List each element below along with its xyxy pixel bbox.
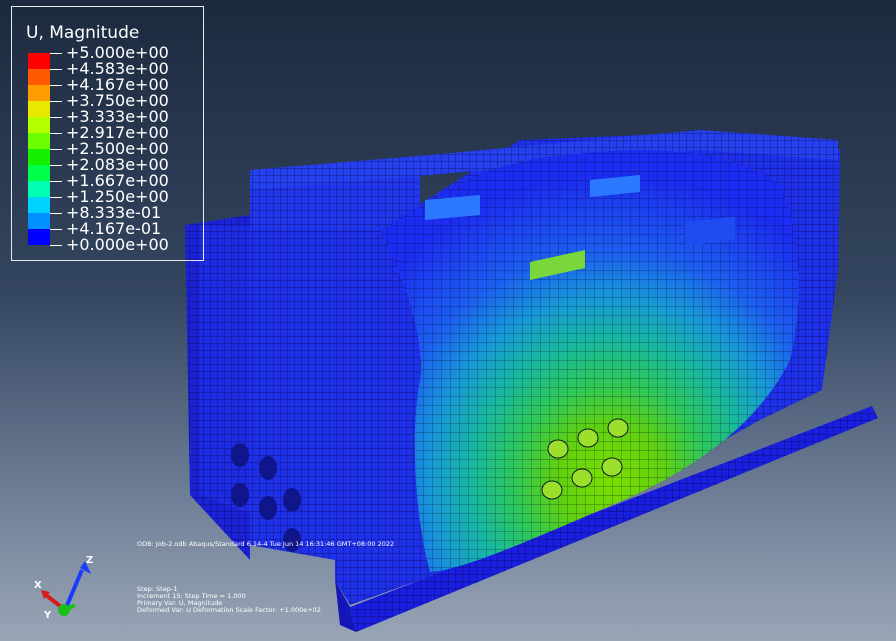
legend-tick [50,213,62,214]
odb-info: ODB: Job-2.odb Abaqus/Standard 6.14-4 Tu… [137,540,395,548]
legend-swatch [28,101,50,117]
deformed-var-info: Deformed Var: U Deformation Scale Factor… [137,606,321,614]
legend-tick [50,197,62,198]
legend-swatch [28,53,50,69]
legend-value: +0.000e+00 [66,235,169,254]
legend-swatch [28,165,50,181]
legend-tick [50,181,62,182]
x-axis-label: X [34,580,42,591]
legend-swatch [28,85,50,101]
legend-swatch [28,117,50,133]
legend-swatch [28,229,50,245]
legend-tick [50,53,62,54]
z-axis-label: Z [86,555,94,566]
legend-tick [50,69,62,70]
legend-tick [50,101,62,102]
legend-swatch [28,133,50,149]
legend-tick [50,165,62,166]
legend-tick [50,85,62,86]
legend-tick [50,117,62,118]
legend-swatch [28,69,50,85]
contour-legend: U, Magnitude +5.000e+00 +4.583e+00 +4.167e… [11,6,204,261]
legend-tick [50,133,62,134]
y-axis-label: Y [44,610,52,621]
legend-swatch [28,213,50,229]
legend-swatch [28,197,50,213]
legend-tick [50,149,62,150]
legend-tick [50,229,62,230]
legend-title: U, Magnitude [26,23,140,43]
legend-swatch [28,149,50,165]
legend-swatch [28,181,50,197]
view-triad[interactable] [41,561,91,616]
legend-tick [50,245,62,246]
